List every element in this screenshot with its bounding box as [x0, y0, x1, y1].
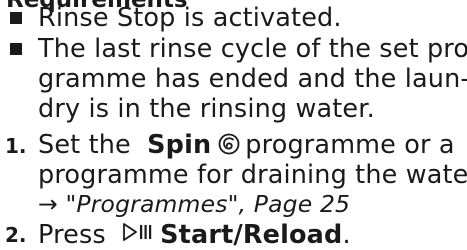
step-text-pre: Press [38, 220, 106, 250]
spin-icon [217, 133, 241, 155]
step-text: Press Start/Reload. [38, 220, 351, 249]
spin-programme-name: Spin [147, 130, 212, 160]
requirement-text: The last rinse cycle of the set pro- [38, 34, 467, 64]
requirement-text: Rinse Stop is activated. [38, 3, 342, 33]
start-reload-button-name: Start/Reload [160, 220, 343, 250]
step-text: Set the Spin programme or a [38, 131, 455, 159]
start-pause-icon [122, 220, 154, 241]
step-text: programme for draining the water. [38, 160, 467, 190]
step-number: 1. [5, 134, 27, 158]
page-reference-link[interactable]: → "Programmes", Page 25 [38, 190, 350, 218]
step-number: 2. [5, 223, 27, 247]
step-text-pre: Set the [38, 130, 131, 160]
step-text-post: programme or a [245, 130, 455, 160]
step-text-post: . [342, 220, 351, 250]
requirement-text: gramme has ended and the laun- [38, 64, 467, 94]
requirement-bullet [10, 43, 22, 55]
requirement-bullet [10, 12, 22, 24]
requirement-text: dry is in the rinsing water. [38, 94, 375, 124]
